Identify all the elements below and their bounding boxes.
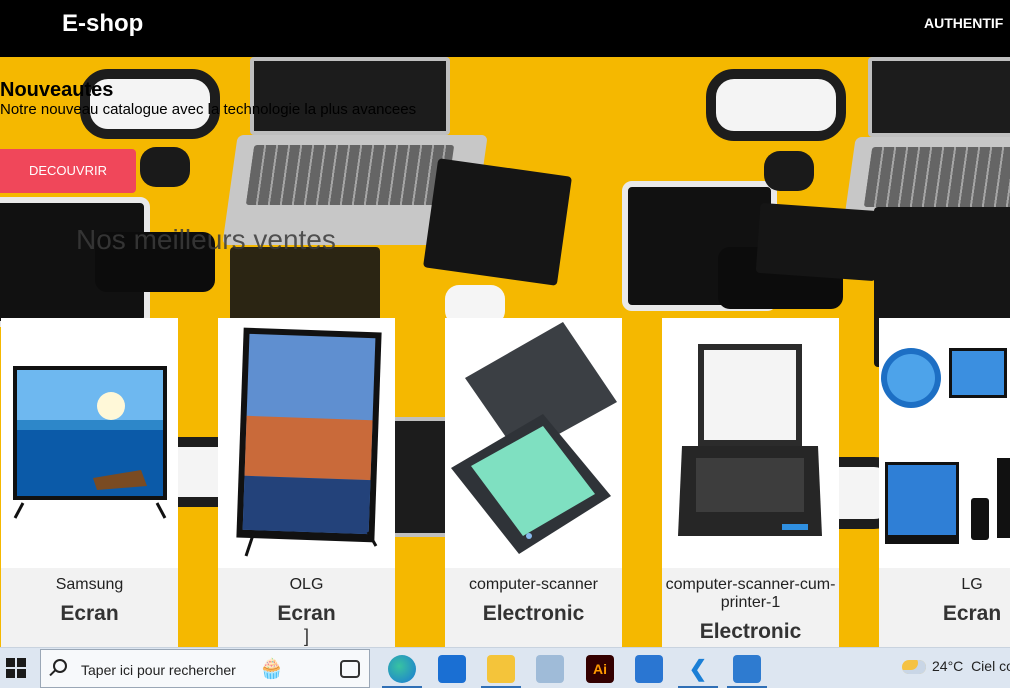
product-image[interactable]: [1, 318, 178, 568]
taskbar-search-placeholder: Taper ici pour rechercher: [81, 662, 236, 678]
product-image[interactable]: [218, 318, 395, 568]
search-icon: [53, 659, 67, 673]
windows-start-icon[interactable]: [6, 658, 26, 678]
task-view-icon[interactable]: [340, 660, 360, 678]
mail-icon[interactable]: [438, 655, 466, 683]
top-navbar: E-shop AUTHENTIF: [0, 0, 1010, 57]
cloudy-weather-icon: [902, 660, 926, 675]
product-card[interactable]: computer-scanner-cum-printer-1 Electroni…: [662, 318, 839, 648]
product-category: Ecran: [942, 602, 1002, 625]
product-category: Electronic: [699, 620, 802, 643]
hero-subtitle: Notre nouveau catalogue avec la technolo…: [0, 101, 417, 118]
taskbar-search-box[interactable]: Taper ici pour rechercher 🧁: [40, 649, 370, 688]
product-card[interactable]: OLG Ecran ]: [218, 318, 395, 648]
illustrator-icon[interactable]: Ai: [586, 655, 614, 683]
edge-icon[interactable]: [388, 655, 416, 683]
discover-button[interactable]: DECOUVRIR: [0, 149, 136, 193]
weather-description: Ciel co: [971, 658, 1010, 674]
product-category: Electronic: [482, 602, 585, 625]
product-image[interactable]: [445, 318, 622, 568]
hero-title: Nouveautes: [0, 79, 114, 101]
product-extra-text: ]: [303, 626, 309, 646]
product-brand: computer-scanner: [469, 576, 598, 593]
weather-widget[interactable]: 24°C Ciel co: [902, 658, 1010, 675]
file-explorer-icon[interactable]: [487, 655, 515, 683]
authentication-link[interactable]: AUTHENTIF: [924, 15, 1003, 31]
product-category: Ecran: [60, 602, 119, 625]
product-card[interactable]: Samsung Ecran: [1, 318, 178, 648]
product-brand: OLG: [289, 576, 324, 593]
product-image[interactable]: [879, 318, 1010, 568]
product-brand: LG: [961, 576, 983, 593]
store-icon[interactable]: [635, 655, 663, 683]
product-image[interactable]: [662, 318, 839, 568]
product-card[interactable]: computer-scanner Electronic: [445, 318, 622, 648]
best-sellers-heading: Nos meilleurs ventes: [76, 224, 336, 255]
product-brand: computer-scanner-cum-printer-1: [665, 576, 836, 611]
product-category: Ecran: [277, 602, 336, 625]
brand-logo[interactable]: E-shop: [62, 10, 143, 38]
vscode-icon[interactable]: ❮: [684, 655, 712, 683]
product-brand: Samsung: [55, 576, 124, 593]
photos-icon[interactable]: [733, 655, 761, 683]
windows-taskbar: Taper ici pour rechercher 🧁 Ai ❮ 24°C Ci…: [0, 647, 1010, 688]
product-card[interactable]: LG Ecran: [879, 318, 1010, 648]
control-panel-icon[interactable]: [536, 655, 564, 683]
weather-temperature: 24°C: [932, 658, 964, 674]
search-highlight-icon: 🧁: [259, 658, 284, 680]
